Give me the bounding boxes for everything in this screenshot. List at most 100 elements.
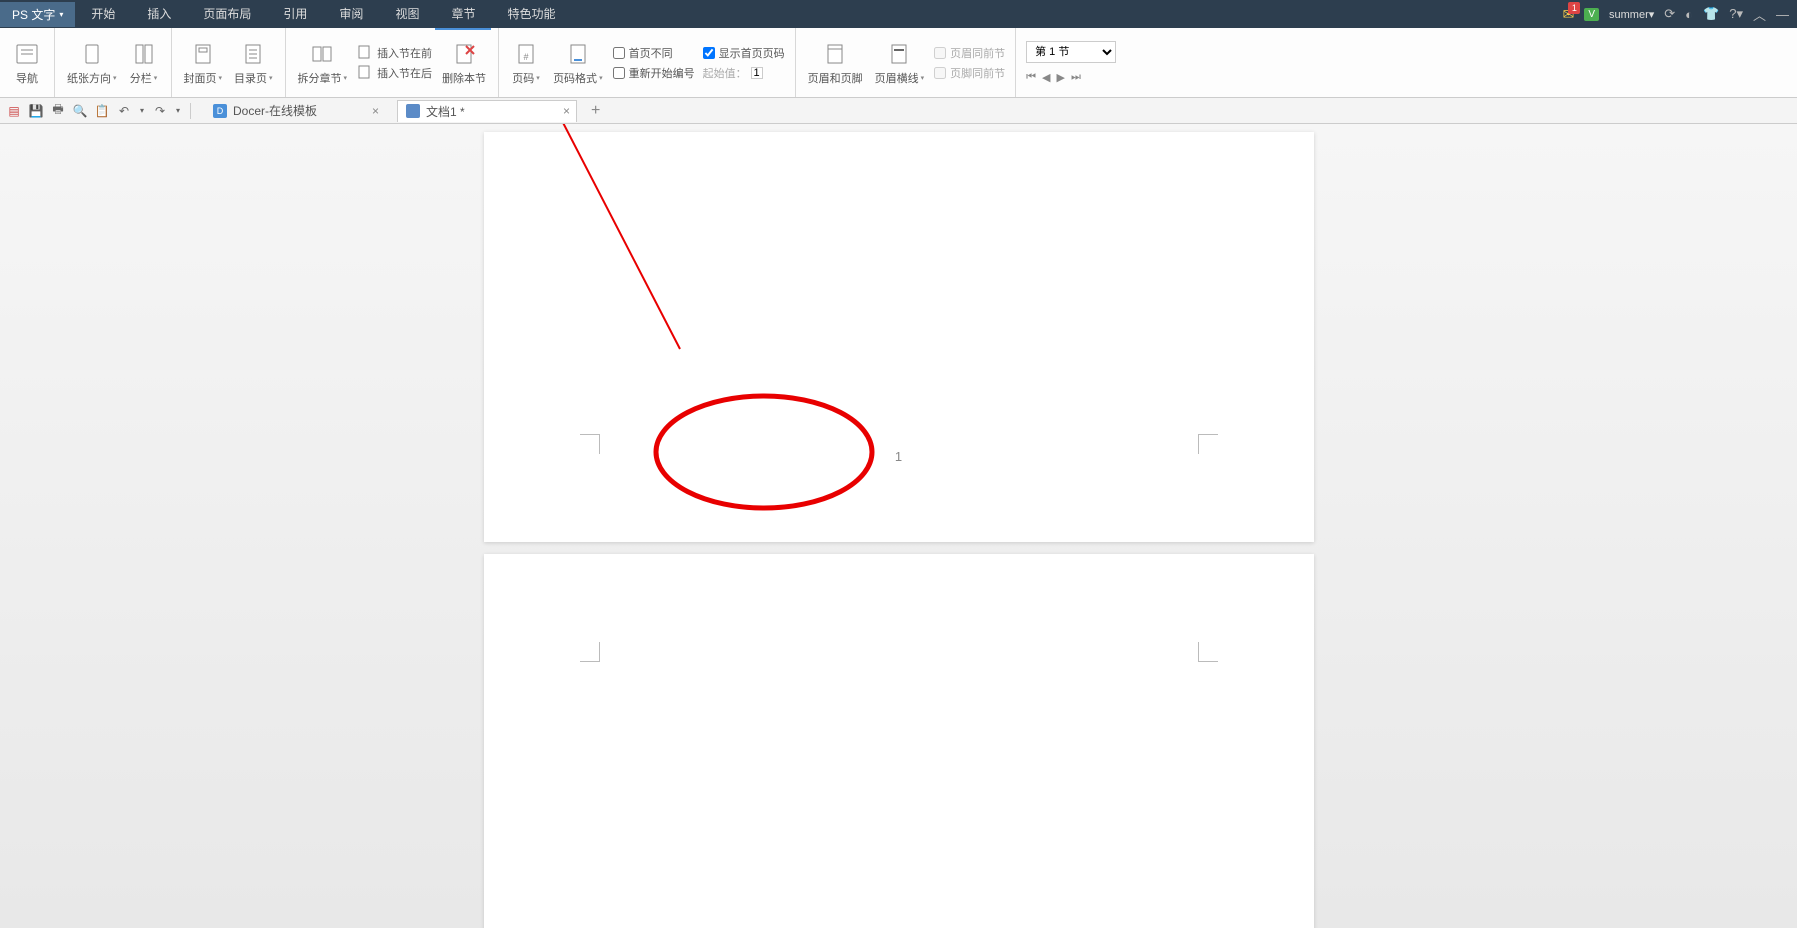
- menu-view[interactable]: 视图: [379, 0, 435, 30]
- menu-start[interactable]: 开始: [75, 0, 131, 30]
- split-button[interactable]: 拆分章节▾: [292, 38, 354, 88]
- checkbox-icon: [934, 67, 946, 79]
- header-line-button[interactable]: 页眉横线▾: [869, 38, 931, 88]
- margin-corner-icon: [1198, 642, 1218, 662]
- insert-before-button[interactable]: 插入节在前: [357, 45, 432, 61]
- chevron-down-icon: ▾: [921, 74, 925, 82]
- cover-button[interactable]: 封面页▾: [178, 38, 229, 88]
- separator: [190, 103, 191, 119]
- header-footer-button[interactable]: 页眉和页脚: [802, 38, 869, 88]
- tab-docer[interactable]: D Docer-在线模板 ×: [205, 100, 385, 121]
- checkbox-icon[interactable]: [613, 67, 625, 79]
- pagenum-options: 首页不同 重新开始编号: [609, 43, 699, 83]
- restart-check[interactable]: 重新开始编号: [613, 65, 695, 81]
- checkbox-icon[interactable]: [613, 47, 625, 59]
- moon-icon[interactable]: ◐: [1685, 7, 1693, 22]
- print-icon[interactable]: 🖶: [50, 103, 66, 119]
- next-icon[interactable]: ▶: [1056, 71, 1064, 84]
- pagenum-options2: 显示首页页码 起始值：: [699, 43, 789, 83]
- docer-icon: D: [213, 104, 227, 118]
- save-icon[interactable]: 💾: [28, 103, 44, 119]
- tab-document1[interactable]: 文档1 * ×: [397, 100, 577, 122]
- sync-icon[interactable]: ⟳: [1664, 6, 1675, 22]
- columns-icon: [130, 40, 158, 68]
- show-first-check[interactable]: 显示首页页码: [703, 45, 785, 61]
- checkbox-icon: [934, 47, 946, 59]
- undo-icon[interactable]: ↶: [116, 103, 132, 119]
- mail-count: 1: [1568, 2, 1580, 14]
- columns-button[interactable]: 分栏▾: [123, 38, 165, 88]
- prev-icon[interactable]: ◀: [1042, 71, 1050, 84]
- delete-section-button[interactable]: 删除本节: [436, 38, 492, 88]
- orient-button[interactable]: 纸张方向▾: [61, 38, 123, 88]
- pagenum-button[interactable]: # 页码▾: [505, 38, 547, 88]
- toc-button[interactable]: 目录页▾: [228, 38, 279, 88]
- page-2[interactable]: [484, 554, 1314, 928]
- checkbox-icon[interactable]: [703, 47, 715, 59]
- nav-label: 导航: [16, 70, 38, 86]
- header-same-label: 页眉同前节: [950, 45, 1005, 61]
- chevron-down-icon: ▾: [113, 74, 117, 82]
- header-same-check: 页眉同前节: [934, 45, 1005, 61]
- pageformat-label: 页码格式: [553, 70, 597, 86]
- ribbon: 导航 纸张方向▾ 分栏▾ 封面页▾ 目录页▾ 拆分章节▾ 插入节在: [0, 28, 1797, 98]
- user-name[interactable]: summer▾: [1609, 8, 1654, 21]
- preview-icon[interactable]: 🔍: [72, 103, 88, 119]
- pdf-icon[interactable]: ▤: [6, 103, 22, 119]
- nav-button[interactable]: 导航: [6, 38, 48, 88]
- shirt-icon[interactable]: 👕: [1703, 6, 1719, 22]
- margin-corner-icon: [1198, 434, 1218, 454]
- chevron-down-icon: ▾: [59, 10, 63, 19]
- header-line-label: 页眉横线: [875, 70, 919, 86]
- redo-icon[interactable]: ↷: [152, 103, 168, 119]
- last-icon[interactable]: ⏭: [1071, 71, 1081, 84]
- start-value-input[interactable]: [751, 67, 763, 79]
- document-canvas: 1: [0, 124, 1797, 928]
- menu-layout[interactable]: 页面布局: [187, 0, 267, 30]
- page-icon: [357, 45, 373, 61]
- menu-reference[interactable]: 引用: [267, 0, 323, 30]
- header-icon: [821, 40, 849, 68]
- delete-icon: [450, 40, 478, 68]
- page-1[interactable]: 1: [484, 132, 1314, 542]
- split-icon: [308, 40, 336, 68]
- collapse-icon[interactable]: ︿: [1753, 5, 1766, 24]
- chevron-down-icon: ▾: [269, 74, 273, 82]
- columns-label: 分栏: [130, 70, 152, 86]
- pagenum-label: 页码: [512, 70, 534, 86]
- chevron-down-icon[interactable]: ▾: [138, 103, 146, 119]
- menu-features[interactable]: 特色功能: [491, 0, 571, 30]
- headerline-icon: [885, 40, 913, 68]
- footer-same-check: 页脚同前节: [934, 65, 1005, 81]
- menu-section[interactable]: 章节: [435, 0, 491, 30]
- first-diff-check[interactable]: 首页不同: [613, 45, 695, 61]
- help-icon[interactable]: ?▾: [1729, 6, 1743, 22]
- first-icon[interactable]: ⏮: [1026, 71, 1036, 84]
- close-icon[interactable]: ×: [372, 104, 379, 118]
- section-select[interactable]: 第 1 节: [1026, 41, 1116, 63]
- margin-corner-icon: [580, 642, 600, 662]
- mail-icon[interactable]: ✉1: [1563, 6, 1575, 23]
- restart-label: 重新开始编号: [629, 65, 695, 81]
- header-same-stack: 页眉同前节 页脚同前节: [930, 43, 1009, 83]
- chevron-down-icon: ▾: [599, 74, 603, 82]
- orient-icon: [78, 40, 106, 68]
- show-first-label: 显示首页页码: [719, 45, 785, 61]
- footer-same-label: 页脚同前节: [950, 65, 1005, 81]
- menu-review[interactable]: 审阅: [323, 0, 379, 30]
- pagenum-icon: #: [512, 40, 540, 68]
- header-footer-label: 页眉和页脚: [808, 70, 863, 86]
- margin-corner-icon: [580, 434, 600, 454]
- menu-insert[interactable]: 插入: [131, 0, 187, 30]
- add-tab-button[interactable]: +: [583, 102, 608, 120]
- first-diff-label: 首页不同: [629, 45, 673, 61]
- minimize-icon[interactable]: —: [1776, 7, 1789, 22]
- insert-after-button[interactable]: 插入节在后: [357, 65, 432, 81]
- pageformat-button[interactable]: 页码格式▾: [547, 38, 609, 88]
- paste-icon[interactable]: 📋: [94, 103, 110, 119]
- chevron-down-icon[interactable]: ▾: [174, 103, 182, 119]
- group-page-setup: 纸张方向▾ 分栏▾: [55, 28, 172, 97]
- app-title[interactable]: PS 文字 ▾: [0, 2, 75, 27]
- close-icon[interactable]: ×: [563, 104, 570, 118]
- toc-label: 目录页: [234, 70, 267, 86]
